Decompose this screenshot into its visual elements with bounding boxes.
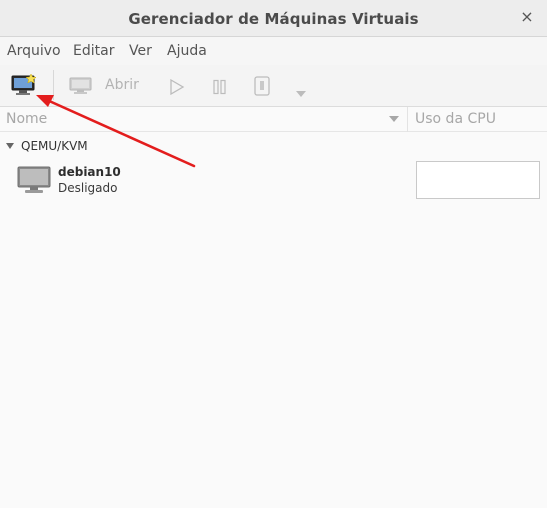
- vm-name: debian10: [58, 165, 121, 179]
- expander-arrow-icon[interactable]: [5, 142, 15, 150]
- cpu-usage-graph: [416, 161, 540, 199]
- column-header-name[interactable]: Nome: [6, 111, 47, 127]
- window-title: Gerenciador de Máquinas Virtuais: [128, 10, 419, 28]
- column-header-cpu[interactable]: Uso da CPU: [415, 111, 496, 127]
- monitor-icon: [17, 166, 51, 193]
- shutdown-button[interactable]: [253, 76, 271, 100]
- toolbar-separator: [53, 70, 54, 100]
- power-icon: [254, 76, 270, 96]
- connection-row[interactable]: QEMU/KVM: [0, 136, 547, 156]
- open-button-label[interactable]: Abrir: [105, 77, 139, 93]
- column-divider: [407, 107, 408, 132]
- shutdown-menu-button[interactable]: [295, 83, 307, 102]
- title-bar: Gerenciador de Máquinas Virtuais ×: [0, 0, 547, 37]
- run-button[interactable]: [169, 78, 185, 99]
- menu-bar: Arquivo Editar Ver Ajuda: [0, 37, 547, 65]
- sort-arrow-icon[interactable]: [388, 115, 400, 123]
- menu-item-arquivo[interactable]: Arquivo: [7, 43, 61, 59]
- chevron-down-icon: [296, 91, 306, 97]
- list-header: Nome Uso da CPU: [0, 107, 547, 132]
- open-button[interactable]: [69, 77, 93, 99]
- menu-item-ajuda[interactable]: Ajuda: [167, 43, 207, 59]
- new-vm-icon: [11, 73, 37, 95]
- pause-icon: [213, 79, 226, 95]
- pause-button[interactable]: [212, 79, 228, 99]
- monitor-icon: [69, 77, 92, 94]
- new-vm-button[interactable]: [11, 73, 37, 100]
- connection-label: QEMU/KVM: [21, 139, 88, 153]
- play-icon: [170, 78, 185, 96]
- toolbar: Abrir: [0, 65, 547, 107]
- menu-item-editar[interactable]: Editar: [73, 43, 114, 59]
- close-icon[interactable]: ×: [519, 8, 535, 26]
- vm-status: Desligado: [58, 181, 118, 195]
- menu-item-ver[interactable]: Ver: [129, 43, 152, 59]
